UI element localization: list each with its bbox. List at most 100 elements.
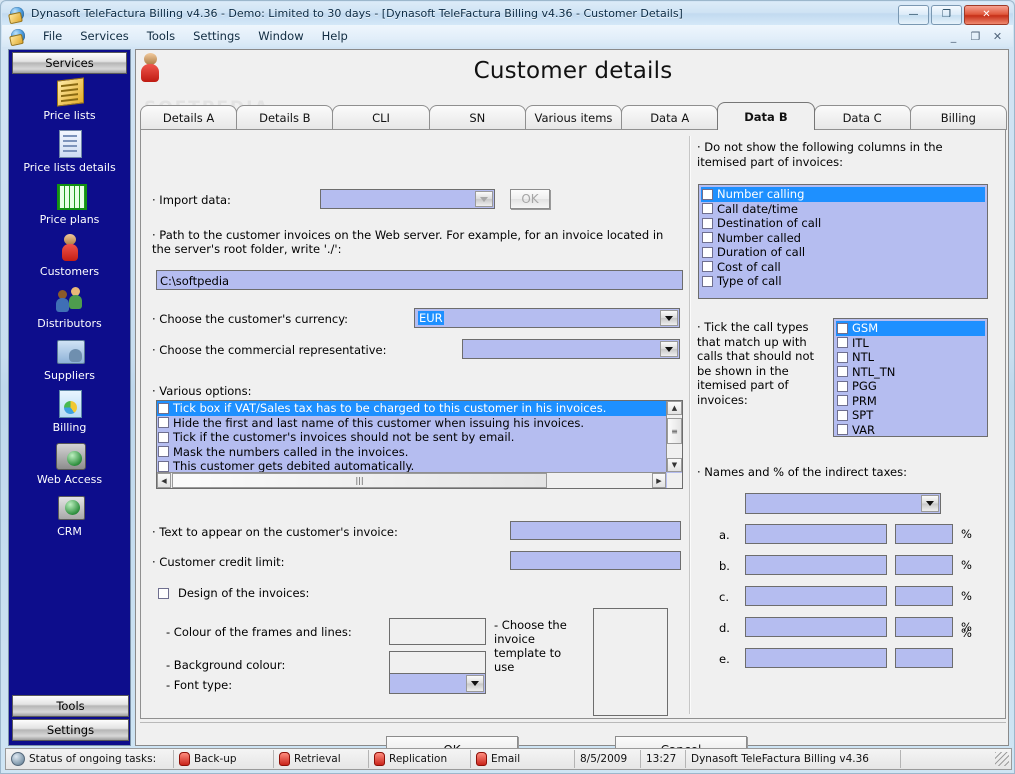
checkbox-icon[interactable] — [702, 232, 713, 244]
mdi-restore-button[interactable]: ❐ — [965, 27, 986, 46]
checkbox-icon[interactable] — [158, 417, 169, 429]
menu-item-help[interactable]: Help — [313, 27, 357, 45]
checkbox-icon[interactable] — [837, 409, 848, 421]
sidebar-item-price-lists-details[interactable]: Price lists details — [12, 129, 127, 174]
checkbox-icon[interactable] — [702, 203, 713, 215]
list-item[interactable]: Hide the first and last name of this cus… — [157, 416, 666, 431]
maximize-button[interactable]: ❐ — [931, 5, 962, 25]
minimize-button[interactable]: — — [898, 5, 929, 25]
close-button[interactable]: ✕ — [964, 5, 1009, 25]
import-data-combo[interactable] — [320, 189, 495, 209]
font-type-combo[interactable] — [389, 673, 486, 694]
credit-limit-input[interactable] — [510, 551, 681, 570]
tax-name-input[interactable] — [745, 648, 887, 668]
list-item[interactable]: Number called — [701, 231, 985, 246]
checkbox-icon[interactable] — [837, 366, 848, 378]
tax-name-input[interactable] — [745, 586, 887, 606]
hidden-columns-listbox[interactable]: Number calling Call date/time Destinatio… — [698, 184, 988, 299]
list-item[interactable]: Destination of call — [701, 216, 985, 231]
tab-various-items[interactable]: Various items — [524, 105, 623, 130]
scroll-down-icon[interactable]: ▼ — [667, 458, 682, 472]
menu-item-services[interactable]: Services — [71, 27, 138, 45]
options-horizontal-scrollbar[interactable]: ◀ ||| ▶ — [157, 472, 666, 488]
checkbox-icon[interactable] — [158, 431, 169, 443]
menu-item-window[interactable]: Window — [249, 27, 312, 45]
list-item[interactable]: NTL_TN — [836, 365, 985, 380]
indirect-taxes-combo[interactable] — [745, 493, 941, 514]
menu-item-file[interactable]: File — [34, 27, 71, 45]
mdi-minimize-button[interactable]: _ — [943, 27, 964, 46]
status-cell-retrieval[interactable]: Retrieval — [274, 750, 369, 768]
list-item[interactable]: ITL — [836, 336, 985, 351]
options-vertical-scrollbar[interactable]: ▲ ≡ ▼ — [666, 401, 682, 472]
list-item[interactable]: Tick box if VAT/Sales tax has to be char… — [157, 401, 666, 416]
scroll-right-icon[interactable]: ▶ — [652, 473, 666, 488]
status-cell-backup[interactable]: Back-up — [174, 750, 274, 768]
tab-data-b[interactable]: Data B — [717, 102, 815, 130]
mdi-close-button[interactable]: ✕ — [987, 27, 1008, 46]
checkbox-icon[interactable] — [702, 246, 713, 258]
list-item[interactable]: Cost of call — [701, 260, 985, 275]
import-ok-button[interactable]: OK — [510, 189, 550, 209]
tab-details-a[interactable]: Details A — [140, 105, 238, 130]
checkbox-icon[interactable] — [837, 322, 848, 334]
resize-grip-icon[interactable] — [995, 752, 1009, 766]
frame-colour-input[interactable] — [389, 618, 486, 645]
list-item[interactable]: SPT — [836, 408, 985, 423]
checkbox-icon[interactable] — [702, 217, 713, 229]
sidebar-item-crm[interactable]: CRM — [12, 493, 127, 538]
invoice-template-preview[interactable] — [593, 608, 668, 716]
list-item[interactable]: Duration of call — [701, 245, 985, 260]
sidebar-item-suppliers[interactable]: Suppliers — [12, 337, 127, 382]
web-path-input[interactable]: C:\softpedia — [156, 270, 683, 290]
tax-percent-input[interactable] — [895, 617, 953, 637]
design-of-invoices-checkbox-row[interactable]: Design of the invoices: — [158, 586, 309, 600]
tab-data-a[interactable]: Data A — [621, 105, 719, 130]
tab-details-b[interactable]: Details B — [236, 105, 334, 130]
list-item[interactable]: NTL — [836, 350, 985, 365]
sidebar-item-distributors[interactable]: Distributors — [12, 285, 127, 330]
checkbox-icon[interactable] — [837, 424, 848, 436]
scroll-thumb[interactable]: ||| — [172, 473, 547, 488]
tab-cli[interactable]: CLI — [332, 105, 430, 130]
tax-percent-input[interactable] — [895, 555, 953, 575]
invoice-text-input[interactable] — [510, 521, 681, 540]
tax-name-input[interactable] — [745, 555, 887, 575]
status-cell-replication[interactable]: Replication — [369, 750, 471, 768]
representative-combo[interactable] — [462, 339, 680, 359]
list-item[interactable]: PRM — [836, 394, 985, 409]
checkbox-icon[interactable] — [702, 188, 713, 200]
sidebar-item-price-plans[interactable]: Price plans — [12, 181, 127, 226]
list-item[interactable]: Tick if the customer's invoices should n… — [157, 430, 666, 445]
scroll-up-icon[interactable]: ▲ — [667, 401, 682, 415]
tax-percent-input[interactable] — [895, 586, 953, 606]
checkbox-icon[interactable] — [837, 337, 848, 349]
tab-billing[interactable]: Billing — [909, 105, 1007, 130]
checkbox-icon[interactable] — [158, 402, 169, 414]
tab-sn[interactable]: SN — [428, 105, 526, 130]
list-item[interactable]: Mask the numbers called in the invoices. — [157, 445, 666, 460]
tax-percent-input[interactable] — [895, 648, 953, 668]
tax-name-input[interactable] — [745, 524, 887, 544]
checkbox-icon[interactable] — [702, 275, 713, 287]
sidebar-header-services[interactable]: Services — [12, 52, 127, 74]
sidebar-item-customers[interactable]: Customers — [12, 233, 127, 278]
checkbox-icon[interactable] — [837, 380, 848, 392]
sidebar-button-tools[interactable]: Tools — [12, 695, 129, 717]
tax-name-input[interactable] — [745, 617, 887, 637]
list-item[interactable]: This customer gets debited automatically… — [157, 459, 666, 472]
checkbox-icon[interactable] — [158, 446, 169, 458]
list-item[interactable]: VAR — [836, 423, 985, 436]
checkbox-icon[interactable] — [702, 261, 713, 273]
list-item[interactable]: GSM — [836, 321, 985, 336]
various-options-listbox[interactable]: Tick box if VAT/Sales tax has to be char… — [156, 400, 683, 489]
tab-data-c[interactable]: Data C — [813, 105, 911, 130]
scroll-left-icon[interactable]: ◀ — [157, 473, 171, 488]
list-item[interactable]: Call date/time — [701, 202, 985, 217]
list-item[interactable]: PGG — [836, 379, 985, 394]
currency-combo[interactable]: EUR — [414, 308, 680, 328]
checkbox-icon[interactable] — [837, 351, 848, 363]
scroll-thumb[interactable]: ≡ — [667, 418, 682, 444]
checkbox-icon[interactable] — [158, 587, 169, 599]
checkbox-icon[interactable] — [837, 395, 848, 407]
